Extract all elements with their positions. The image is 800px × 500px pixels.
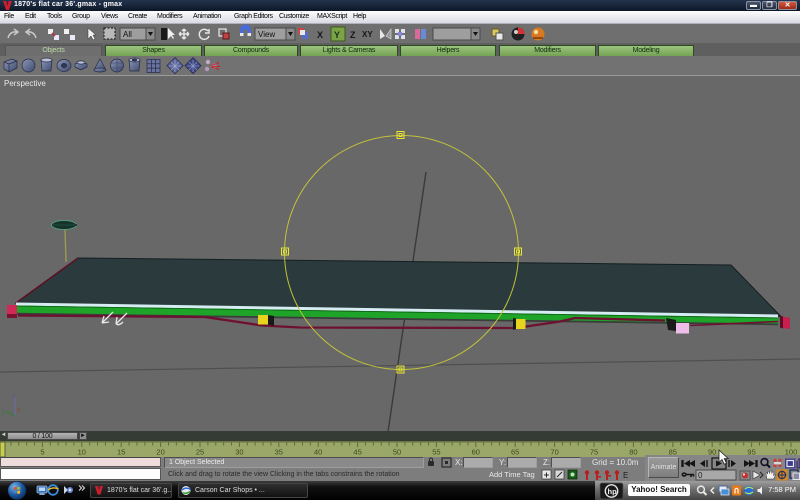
svg-text:40: 40 xyxy=(314,448,322,457)
svg-text:75: 75 xyxy=(590,448,598,457)
svg-text:XY: XY xyxy=(362,30,373,39)
svg-text:y: y xyxy=(2,409,6,416)
svg-text:Z: Z xyxy=(350,30,356,40)
svg-text:x: x xyxy=(17,407,21,414)
svg-text:10: 10 xyxy=(78,448,86,457)
svg-text:25: 25 xyxy=(196,448,204,457)
svg-text:70: 70 xyxy=(550,448,558,457)
svg-text:E: E xyxy=(623,471,628,480)
svg-text:65: 65 xyxy=(511,448,519,457)
svg-text:5: 5 xyxy=(40,448,44,457)
svg-text:Y: Y xyxy=(334,30,340,40)
svg-text:View: View xyxy=(258,30,275,39)
svg-text:All: All xyxy=(123,30,132,39)
svg-text:50: 50 xyxy=(393,448,401,457)
svg-text:0: 0 xyxy=(698,471,703,480)
svg-text:hp: hp xyxy=(608,487,618,496)
svg-text:Perspective: Perspective xyxy=(4,79,46,88)
svg-text:X: X xyxy=(317,30,323,40)
svg-text:55: 55 xyxy=(432,448,440,457)
svg-text:45: 45 xyxy=(353,448,361,457)
svg-text:30: 30 xyxy=(235,448,243,457)
svg-text:z: z xyxy=(12,393,16,400)
svg-text:35: 35 xyxy=(275,448,283,457)
svg-text:20: 20 xyxy=(156,448,164,457)
svg-text:60: 60 xyxy=(472,448,480,457)
svg-text:15: 15 xyxy=(117,448,125,457)
svg-text:80: 80 xyxy=(629,448,637,457)
